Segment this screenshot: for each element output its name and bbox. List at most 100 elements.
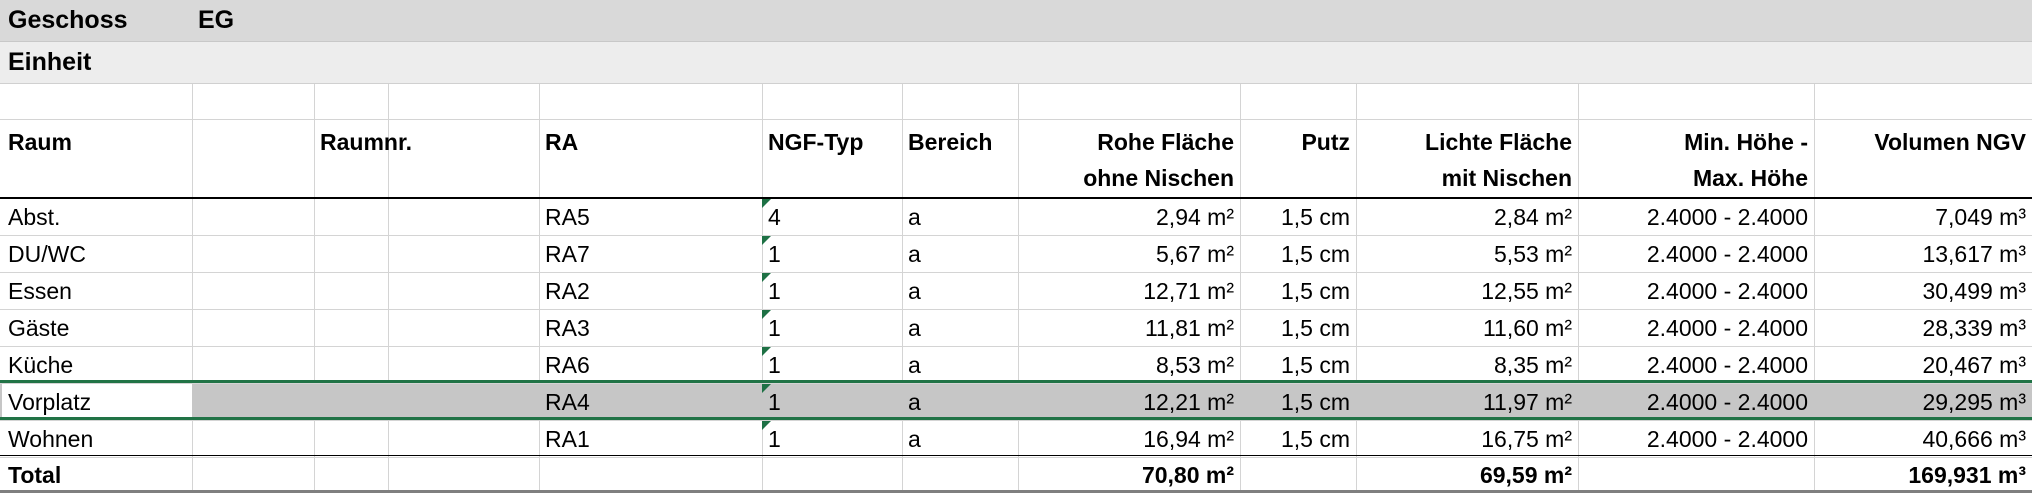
cell-lichte[interactable]: 5,53 m² bbox=[1356, 236, 1578, 272]
table-row[interactable]: DU/WC RA7 1 a 5,67 m² 1,5 cm 5,53 m² 2.4000 - 2… bbox=[0, 236, 2032, 273]
cell-bereich[interactable]: a bbox=[902, 347, 1018, 383]
error-indicator-icon[interactable] bbox=[762, 421, 771, 430]
total-label[interactable]: Total bbox=[2, 456, 67, 494]
cell-bereich[interactable]: a bbox=[902, 421, 1018, 457]
cell-volumen[interactable]: 30,499 m³ bbox=[1814, 273, 2032, 309]
cell-bereich[interactable]: a bbox=[902, 236, 1018, 272]
cell-raum[interactable]: Gäste bbox=[2, 310, 192, 346]
table-row[interactable]: Abst. RA5 4 a 2,94 m² 1,5 cm 2,84 m² 2.4000 - 2… bbox=[0, 199, 2032, 236]
header-raum[interactable]: Raum bbox=[2, 124, 78, 160]
cell-bereich[interactable]: a bbox=[902, 273, 1018, 309]
cell-ngf-typ[interactable]: 1 bbox=[762, 347, 902, 383]
cell-raumnr[interactable] bbox=[314, 236, 388, 272]
cell-lichte[interactable]: 11,60 m² bbox=[1356, 310, 1578, 346]
header-ra[interactable]: RA bbox=[539, 124, 584, 160]
cell-putz[interactable]: 1,5 cm bbox=[1240, 236, 1356, 272]
header-raumnr[interactable]: Raumnr. bbox=[314, 124, 418, 160]
cell-hoehe[interactable]: 2.4000 - 2.4000 bbox=[1578, 421, 1814, 457]
error-indicator-icon[interactable] bbox=[762, 199, 771, 208]
total-row[interactable]: Total 70,80 m² 69,59 m² 169,931 m³ bbox=[0, 455, 2032, 493]
total-volumen[interactable]: 169,931 m³ bbox=[1814, 456, 2032, 494]
table-row[interactable]: Küche RA6 1 a 8,53 m² 1,5 cm 8,35 m² 2.4000 - 2… bbox=[0, 347, 2032, 384]
empty-row[interactable] bbox=[0, 84, 2032, 120]
table-row[interactable]: Gäste RA3 1 a 11,81 m² 1,5 cm 11,60 m² 2.4000 -… bbox=[0, 310, 2032, 347]
cell-hoehe[interactable]: 2.4000 - 2.4000 bbox=[1578, 310, 1814, 346]
cell-volumen[interactable]: 40,666 m³ bbox=[1814, 421, 2032, 457]
cell-raum[interactable]: Abst. bbox=[2, 199, 192, 235]
cell-raumnr[interactable] bbox=[314, 421, 388, 457]
error-indicator-icon[interactable] bbox=[762, 347, 771, 356]
einheit-label[interactable]: Einheit bbox=[8, 48, 91, 77]
cell-bereich[interactable]: a bbox=[902, 310, 1018, 346]
cell-ra[interactable]: RA6 bbox=[539, 347, 762, 383]
cell-putz[interactable]: 1,5 cm bbox=[1240, 199, 1356, 235]
header-rohe-flaeche-line1[interactable]: Rohe Fläche bbox=[1018, 124, 1240, 160]
cell-bereich[interactable]: a bbox=[902, 384, 1018, 420]
cell-rohe[interactable]: 8,53 m² bbox=[1018, 347, 1240, 383]
cell-rohe[interactable]: 2,94 m² bbox=[1018, 199, 1240, 235]
error-indicator-icon[interactable] bbox=[762, 310, 771, 319]
cell-hoehe[interactable]: 2.4000 - 2.4000 bbox=[1578, 347, 1814, 383]
table-row[interactable]: Essen RA2 1 a 12,71 m² 1,5 cm 12,55 m² 2.4000 -… bbox=[0, 273, 2032, 310]
error-indicator-icon[interactable] bbox=[762, 273, 771, 282]
header-lichte-flaeche-line1[interactable]: Lichte Fläche bbox=[1356, 124, 1578, 160]
table-row[interactable]: Vorplatz RA4 1 a 12,21 m² 1,5 cm 11,97 m² 2.400… bbox=[0, 384, 2032, 421]
error-indicator-icon[interactable] bbox=[762, 384, 771, 393]
header-hoehe-line1[interactable]: Min. Höhe - bbox=[1578, 124, 1814, 160]
cell-ngf-typ[interactable]: 4 bbox=[762, 199, 902, 235]
cell-raumnr[interactable] bbox=[314, 273, 388, 309]
cell-rohe[interactable]: 12,21 m² bbox=[1018, 384, 1240, 420]
cell-raum[interactable]: Vorplatz bbox=[2, 384, 192, 420]
header-bereich[interactable]: Bereich bbox=[902, 124, 998, 160]
cell-hoehe[interactable]: 2.4000 - 2.4000 bbox=[1578, 273, 1814, 309]
header-ngf-typ[interactable]: NGF-Typ bbox=[762, 124, 869, 160]
cell-raumnr[interactable] bbox=[314, 347, 388, 383]
cell-volumen[interactable]: 20,467 m³ bbox=[1814, 347, 2032, 383]
cell-lichte[interactable]: 16,75 m² bbox=[1356, 421, 1578, 457]
total-lichte-flaeche[interactable]: 69,59 m² bbox=[1356, 456, 1578, 494]
cell-putz[interactable]: 1,5 cm bbox=[1240, 273, 1356, 309]
cell-raumnr[interactable] bbox=[314, 310, 388, 346]
cell-raum[interactable]: DU/WC bbox=[2, 236, 192, 272]
cell-lichte[interactable]: 2,84 m² bbox=[1356, 199, 1578, 235]
cell-ra[interactable]: RA3 bbox=[539, 310, 762, 346]
cell-raum[interactable]: Wohnen bbox=[2, 421, 192, 457]
cell-lichte[interactable]: 12,55 m² bbox=[1356, 273, 1578, 309]
cell-raum[interactable]: Küche bbox=[2, 347, 192, 383]
cell-ngf-typ[interactable]: 1 bbox=[762, 310, 902, 346]
header-volumen[interactable]: Volumen NGV bbox=[1814, 124, 2032, 160]
cell-ra[interactable]: RA5 bbox=[539, 199, 762, 235]
cell-raumnr[interactable] bbox=[314, 384, 388, 420]
header-putz[interactable]: Putz bbox=[1240, 124, 1356, 160]
cell-raum[interactable]: Essen bbox=[2, 273, 192, 309]
cell-volumen[interactable]: 28,339 m³ bbox=[1814, 310, 2032, 346]
cell-putz[interactable]: 1,5 cm bbox=[1240, 310, 1356, 346]
cell-volumen[interactable]: 7,049 m³ bbox=[1814, 199, 2032, 235]
cell-bereich[interactable]: a bbox=[902, 199, 1018, 235]
cell-rohe[interactable]: 12,71 m² bbox=[1018, 273, 1240, 309]
cell-rohe[interactable]: 11,81 m² bbox=[1018, 310, 1240, 346]
cell-putz[interactable]: 1,5 cm bbox=[1240, 384, 1356, 420]
cell-lichte[interactable]: 8,35 m² bbox=[1356, 347, 1578, 383]
cell-ra[interactable]: RA4 bbox=[539, 384, 762, 420]
cell-volumen[interactable]: 29,295 m³ bbox=[1814, 384, 2032, 420]
cell-putz[interactable]: 1,5 cm bbox=[1240, 421, 1356, 457]
cell-ra[interactable]: RA2 bbox=[539, 273, 762, 309]
cell-ngf-typ[interactable]: 1 bbox=[762, 273, 902, 309]
cell-ngf-typ[interactable]: 1 bbox=[762, 384, 902, 420]
error-indicator-icon[interactable] bbox=[762, 236, 771, 245]
cell-hoehe[interactable]: 2.4000 - 2.4000 bbox=[1578, 384, 1814, 420]
cell-hoehe[interactable]: 2.4000 - 2.4000 bbox=[1578, 199, 1814, 235]
cell-putz[interactable]: 1,5 cm bbox=[1240, 347, 1356, 383]
cell-hoehe[interactable]: 2.4000 - 2.4000 bbox=[1578, 236, 1814, 272]
cell-raumnr[interactable] bbox=[314, 199, 388, 235]
cell-ra[interactable]: RA1 bbox=[539, 421, 762, 457]
table-row[interactable]: Wohnen RA1 1 a 16,94 m² 1,5 cm 16,75 m² 2.4000 … bbox=[0, 421, 2032, 458]
cell-ngf-typ[interactable]: 1 bbox=[762, 421, 902, 457]
total-rohe-flaeche[interactable]: 70,80 m² bbox=[1018, 456, 1240, 494]
geschoss-label[interactable]: Geschoss bbox=[8, 6, 128, 35]
cell-rohe[interactable]: 16,94 m² bbox=[1018, 421, 1240, 457]
cell-volumen[interactable]: 13,617 m³ bbox=[1814, 236, 2032, 272]
cell-ngf-typ[interactable]: 1 bbox=[762, 236, 902, 272]
geschoss-value[interactable]: EG bbox=[198, 6, 234, 35]
